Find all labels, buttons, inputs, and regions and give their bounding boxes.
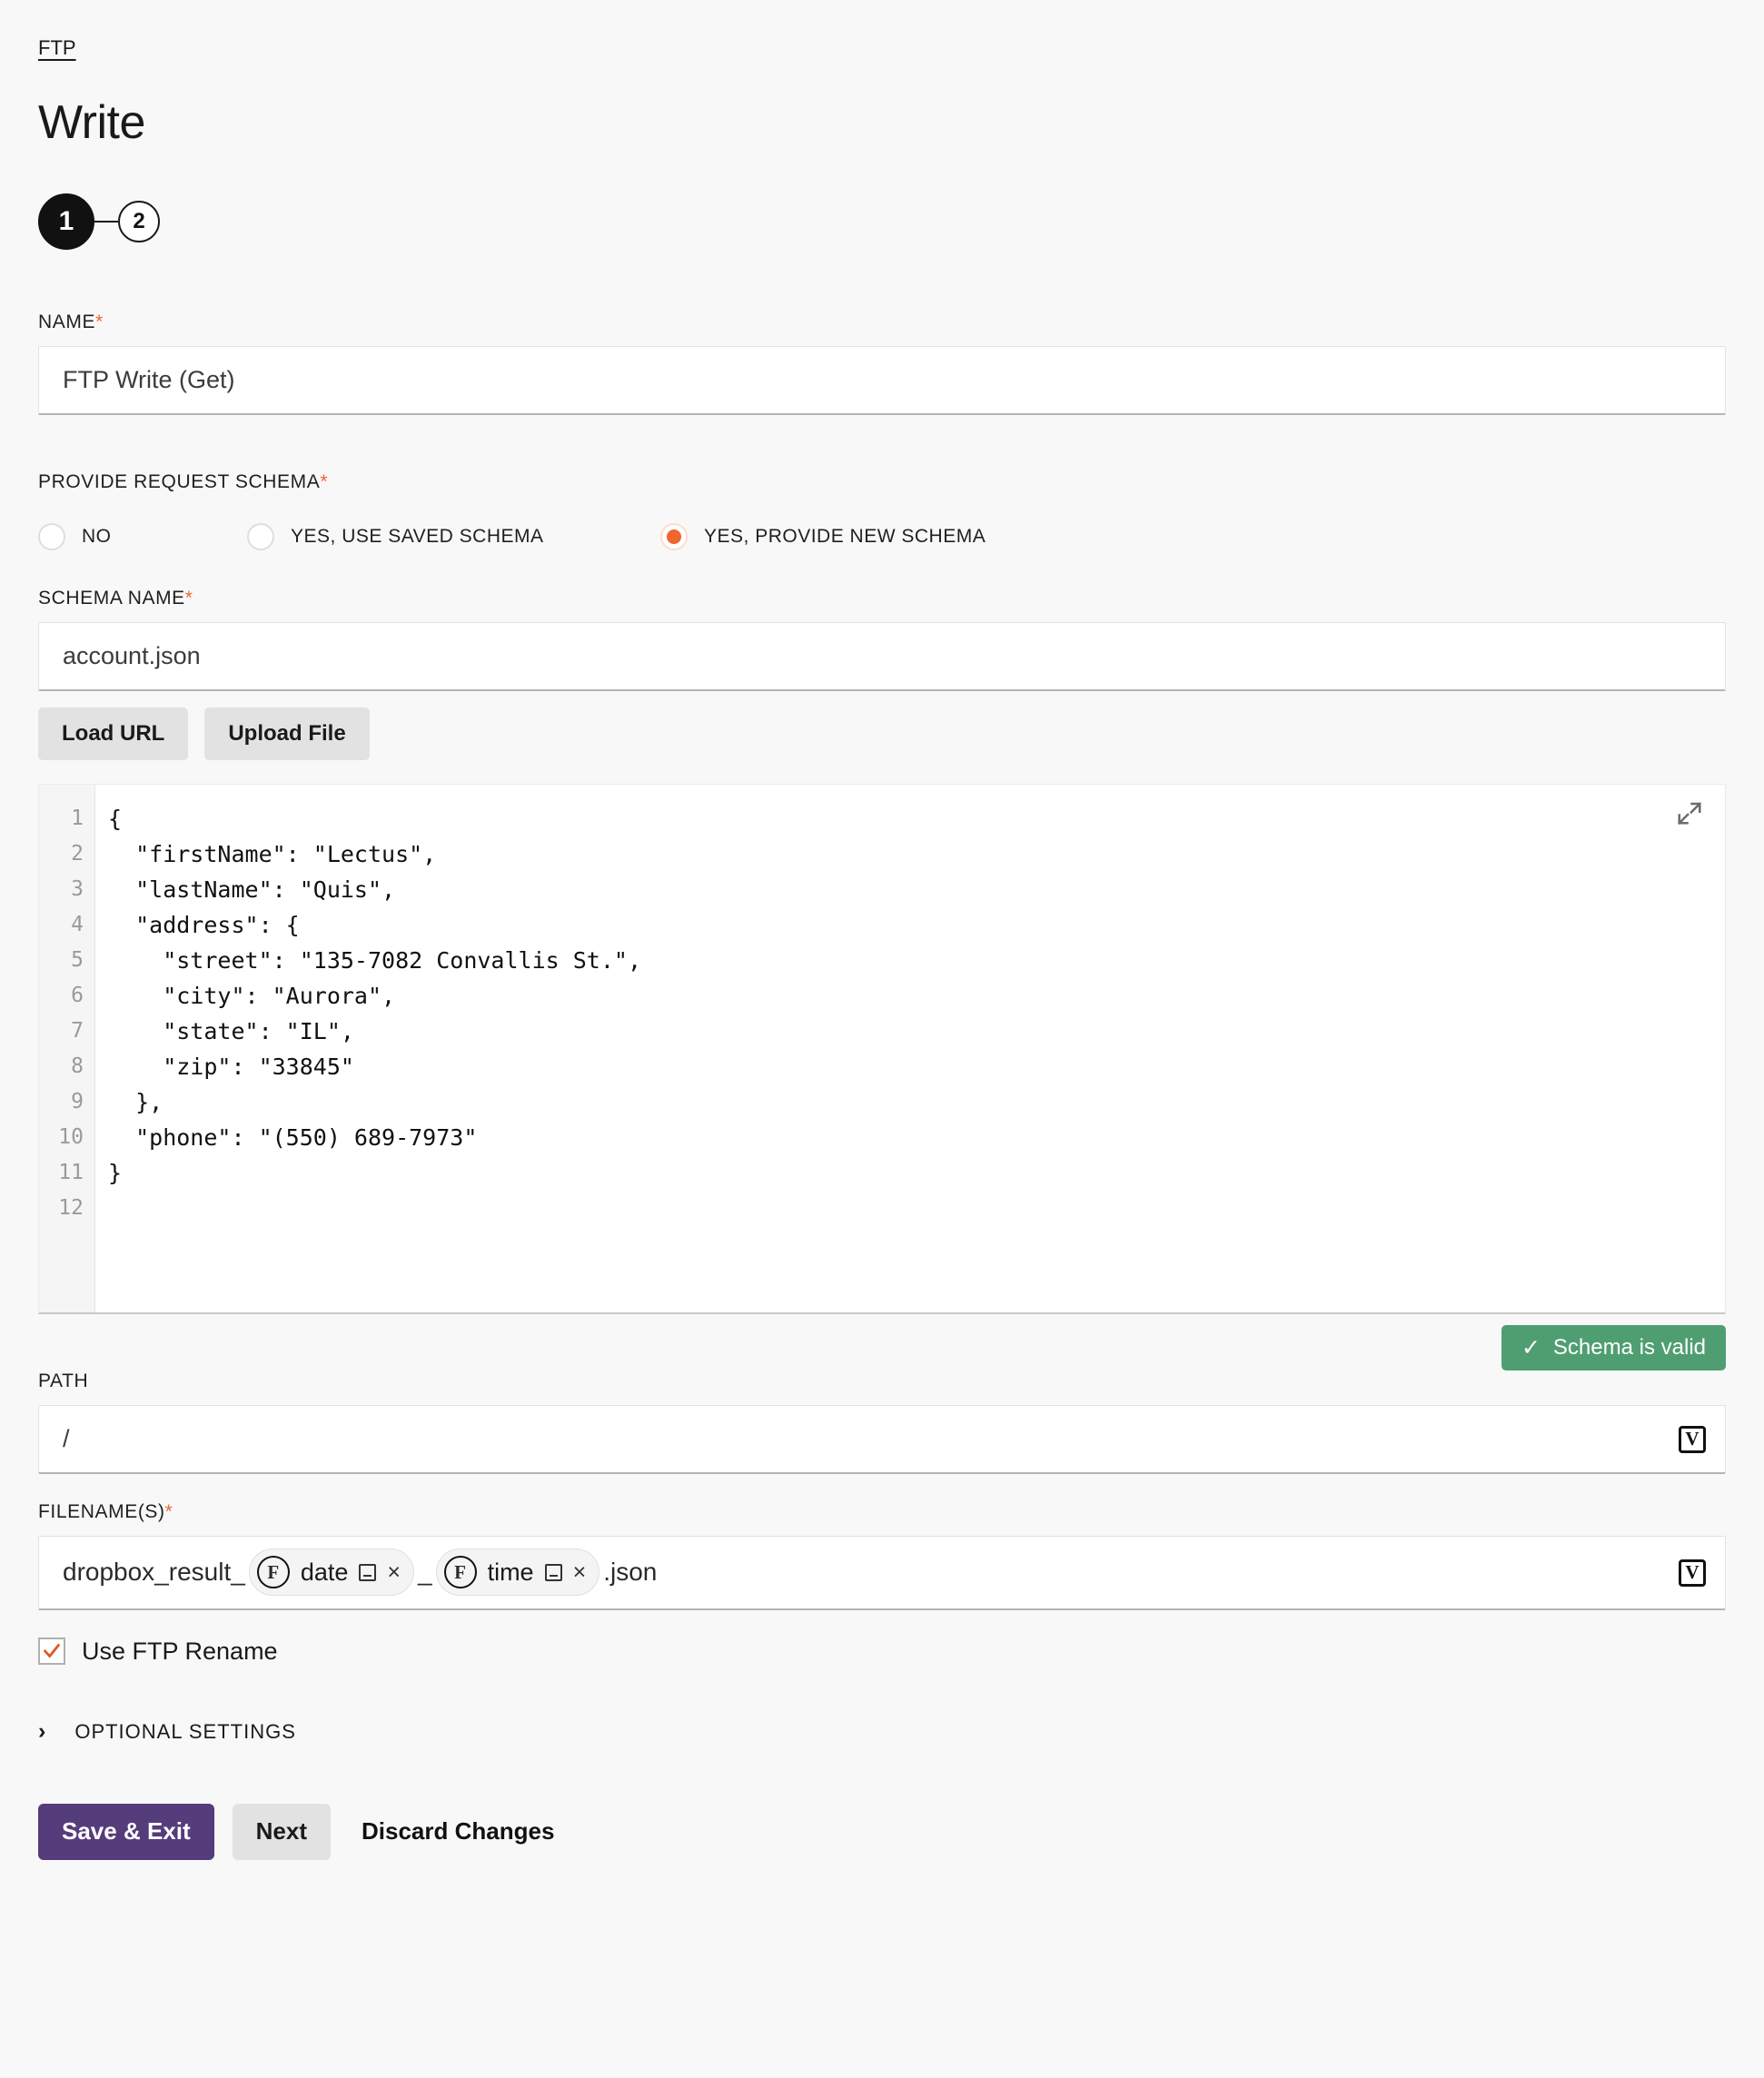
filename-prefix-text: dropbox_result_ [63, 1558, 245, 1587]
step-1[interactable]: 1 [38, 193, 94, 250]
use-ftp-rename-row[interactable]: Use FTP Rename [38, 1638, 1726, 1666]
close-icon[interactable]: × [573, 1560, 587, 1584]
radio-option-no[interactable]: NO [38, 522, 247, 550]
variable-icon-glyph: V [1679, 1425, 1706, 1453]
step-2[interactable]: 2 [118, 200, 160, 242]
line-number: 9 [71, 1089, 84, 1113]
line-number: 8 [71, 1054, 84, 1078]
line-number: 3 [71, 876, 84, 901]
line-number: 1 [71, 806, 84, 830]
discard-changes-button[interactable]: Discard Changes [349, 1804, 567, 1860]
variable-icon[interactable]: V [1679, 1425, 1706, 1453]
filename-required-asterisk: * [164, 1500, 173, 1522]
path-input[interactable]: / [38, 1404, 1726, 1474]
page-title: Write [38, 96, 145, 149]
optional-settings-label: OPTIONAL SETTINGS [74, 1719, 296, 1743]
checkbox-use-ftp-rename[interactable] [38, 1638, 65, 1666]
schema-name-input[interactable]: account.json [38, 621, 1726, 691]
chevron-right-icon: › [38, 1718, 46, 1745]
editor-code-content[interactable]: { "firstName": "Lectus", "lastName": "Qu… [95, 785, 1725, 1312]
radio-label-provide-new-schema: YES, PROVIDE NEW SCHEMA [704, 525, 986, 547]
radio-circle-no[interactable] [38, 522, 65, 550]
status-badge-text: Schema is valid [1552, 1334, 1706, 1360]
variable-icon-glyph: V [1679, 1558, 1706, 1587]
line-number: 2 [71, 841, 84, 866]
path-field-group: PATH / V [38, 1370, 1726, 1474]
token-chip-date[interactable]: F date × [248, 1549, 414, 1597]
line-number: 11 [58, 1160, 84, 1184]
breadcrumb: FTP [38, 0, 1726, 58]
minimize-icon[interactable] [359, 1563, 377, 1581]
filename-separator-text: _ [417, 1558, 432, 1587]
radio-option-use-saved-schema[interactable]: YES, USE SAVED SCHEMA [247, 522, 660, 550]
use-ftp-rename-label: Use FTP Rename [82, 1637, 278, 1665]
line-number: 6 [71, 983, 84, 1007]
write-step-page: FTP Write 1 2 NAME* FTP Write (Get) PROV… [0, 0, 1764, 1915]
check-icon: ✓ [1521, 1334, 1541, 1361]
schema-code-editor[interactable]: 1 2 3 4 5 6 7 8 9 10 11 12 { "firstName"… [38, 783, 1726, 1314]
token-chip-label: date [300, 1558, 349, 1586]
load-url-button[interactable]: Load URL [38, 707, 189, 760]
save-and-exit-button[interactable]: Save & Exit [38, 1803, 214, 1860]
name-input[interactable]: FTP Write (Get) [38, 345, 1726, 415]
line-number: 12 [58, 1195, 84, 1220]
radio-circle-use-saved-schema[interactable] [247, 522, 274, 550]
line-number: 10 [58, 1124, 84, 1149]
path-input-wrap: / V [38, 1404, 1726, 1474]
expand-icon[interactable] [1676, 799, 1703, 831]
name-field-group: NAME* FTP Write (Get) [38, 312, 1726, 415]
path-label: PATH [38, 1370, 89, 1391]
radio-label-no: NO [82, 525, 112, 547]
provide-request-schema-radio-group: NO YES, USE SAVED SCHEMA YES, PROVIDE NE… [38, 513, 1726, 560]
schema-source-buttons: Load URL Upload File [38, 707, 1726, 760]
line-number: 4 [71, 912, 84, 936]
filename-field-group: FILENAME(S)* dropbox_result_ F date × _ … [38, 1501, 1726, 1610]
variable-icon[interactable]: V [1679, 1558, 1706, 1587]
next-button[interactable]: Next [232, 1803, 331, 1860]
status-badge: ✓ Schema is valid [1501, 1324, 1726, 1370]
step-connector-line [94, 220, 118, 223]
schema-name-required-asterisk: * [184, 587, 193, 609]
name-label-text: NAME [38, 311, 96, 332]
footer-actions: Save & Exit Next Discard Changes [38, 1803, 1726, 1915]
upload-file-button[interactable]: Upload File [204, 707, 370, 760]
line-number: 5 [71, 947, 84, 972]
provide-request-schema-label-text: PROVIDE REQUEST SCHEMA [38, 470, 321, 492]
radio-label-use-saved-schema: YES, USE SAVED SCHEMA [291, 525, 544, 547]
step-indicator: 1 2 [38, 188, 1726, 255]
radio-circle-provide-new-schema[interactable] [660, 522, 688, 550]
filename-input-wrap: dropbox_result_ F date × _ F time × .jso… [38, 1535, 1726, 1610]
line-number: 7 [71, 1018, 84, 1043]
filename-suffix-text: .json [603, 1558, 658, 1587]
breadcrumb-link-ftp[interactable]: FTP [38, 36, 76, 59]
provide-request-schema-group: PROVIDE REQUEST SCHEMA* NO YES, USE SAVE… [38, 471, 1726, 560]
optional-settings-toggle[interactable]: › OPTIONAL SETTINGS [38, 1720, 1726, 1744]
function-badge-icon: F [443, 1556, 477, 1589]
function-badge-icon: F [256, 1556, 290, 1589]
schema-validation-row: ✓ Schema is valid [38, 1324, 1726, 1370]
minimize-icon[interactable] [544, 1563, 562, 1581]
filename-label-text: FILENAME(S) [38, 1500, 165, 1522]
filename-label: FILENAME(S)* [38, 1501, 1726, 1523]
schema-name-label-text: SCHEMA NAME [38, 587, 185, 609]
close-icon[interactable]: × [387, 1560, 401, 1584]
name-required-asterisk: * [95, 311, 104, 332]
provide-request-schema-required-asterisk: * [320, 470, 329, 492]
token-chip-time[interactable]: F time × [435, 1549, 600, 1597]
editor-line-number-gutter: 1 2 3 4 5 6 7 8 9 10 11 12 [39, 784, 95, 1312]
check-icon [43, 1643, 61, 1658]
name-label: NAME* [38, 312, 1726, 333]
schema-name-label: SCHEMA NAME* [38, 588, 1726, 609]
filename-input[interactable]: dropbox_result_ F date × _ F time × .jso… [38, 1535, 1726, 1610]
provide-request-schema-label: PROVIDE REQUEST SCHEMA* [38, 471, 1726, 493]
token-chip-label: time [487, 1558, 534, 1586]
schema-name-group: SCHEMA NAME* account.json [38, 588, 1726, 691]
radio-option-provide-new-schema[interactable]: YES, PROVIDE NEW SCHEMA [660, 522, 986, 550]
